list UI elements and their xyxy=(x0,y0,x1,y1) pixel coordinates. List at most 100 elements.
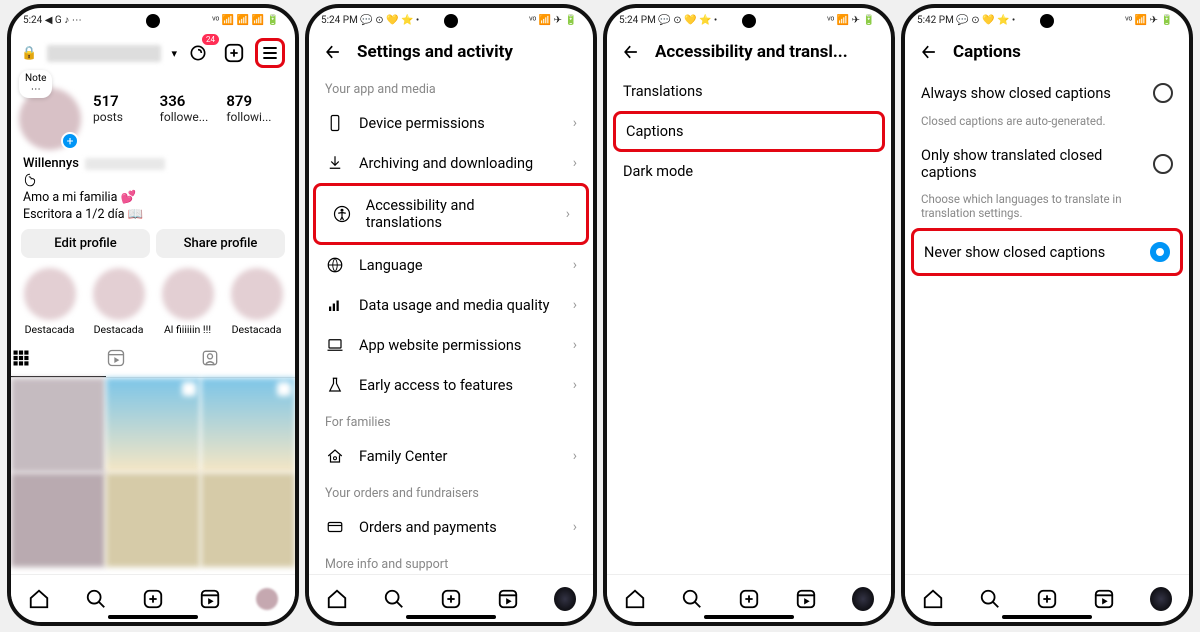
note-bubble[interactable]: Note ⋯ xyxy=(19,70,52,98)
status-bar: 5:24 PM 💬 ⊙ 💛 ⭐ • ᵛᵒ 📶 ✈ 🔋 xyxy=(309,8,593,32)
nav-create-icon[interactable] xyxy=(440,588,462,610)
status-bar: 5:42 PM 💬 ⊙ 💛 ⭐ • ᵛᵒ 📶 ✈ 🔋 xyxy=(905,8,1189,32)
username-blur[interactable] xyxy=(47,45,161,62)
phone-profile: 5:24 ◀ G ♪ ⋯ ᵛᵒ 📶 📶 📶 🔋 🔒 ▾ Note ⋯ xyxy=(7,4,299,626)
nav-search-icon[interactable] xyxy=(979,588,1001,610)
display-name: Willennys xyxy=(23,156,79,171)
back-icon[interactable] xyxy=(323,42,343,62)
nav-reels-icon[interactable] xyxy=(497,588,519,610)
item-family-center[interactable]: Family Center› xyxy=(309,436,593,476)
threads-notif-icon[interactable] xyxy=(183,38,213,68)
threads-icon[interactable] xyxy=(23,173,37,187)
radio-off-icon[interactable] xyxy=(1153,154,1173,174)
nav-search-icon[interactable] xyxy=(85,588,107,610)
status-right: ᵛᵒ 📶 ✈ 🔋 xyxy=(1125,15,1173,26)
status-bar: 5:24 ◀ G ♪ ⋯ ᵛᵒ 📶 📶 📶 🔋 xyxy=(11,8,295,32)
stat-following[interactable]: 879 followi... xyxy=(226,92,287,124)
item-device-permissions[interactable]: Device permissions› xyxy=(309,103,593,143)
section-your-app: Your app and media xyxy=(309,72,593,103)
chevron-right-icon: › xyxy=(573,155,577,171)
lock-icon: 🔒 xyxy=(21,46,37,61)
item-data-usage[interactable]: Data usage and media quality› xyxy=(309,285,593,325)
page-title: Accessibility and transl... xyxy=(655,42,848,62)
chevron-right-icon: › xyxy=(566,206,570,222)
nav-create-icon[interactable] xyxy=(142,588,164,610)
section-families: For families xyxy=(309,405,593,436)
nav-home-icon[interactable] xyxy=(326,588,348,610)
avatar[interactable]: Note ⋯ + xyxy=(19,74,85,150)
item-translations[interactable]: Translations xyxy=(607,72,891,111)
add-story-icon[interactable]: + xyxy=(61,132,79,150)
nav-home-icon[interactable] xyxy=(28,588,50,610)
status-left: 5:42 PM 💬 ⊙ 💛 ⭐ • xyxy=(917,15,1015,26)
bio-line2: Escritora a 1/2 día 📖 xyxy=(11,206,295,223)
radio-off-icon[interactable] xyxy=(1153,83,1173,103)
device-icon xyxy=(325,114,345,132)
hamburger-menu-icon[interactable] xyxy=(255,38,285,68)
chevron-right-icon: › xyxy=(573,257,577,273)
nav-home-icon[interactable] xyxy=(624,588,646,610)
desc-translated: Choose which languages to translate in t… xyxy=(905,192,1189,228)
name-blur xyxy=(85,158,165,170)
section-more-info: More info and support xyxy=(309,547,593,574)
item-orders-payments[interactable]: Orders and payments› xyxy=(309,507,593,547)
chevron-right-icon: › xyxy=(573,377,577,393)
radio-on-icon[interactable] xyxy=(1150,242,1170,262)
create-post-icon[interactable] xyxy=(219,38,249,68)
card-icon xyxy=(325,518,345,536)
highlight-4[interactable]: Destacada xyxy=(226,268,287,336)
nav-profile-icon[interactable] xyxy=(1150,588,1172,610)
page-title: Captions xyxy=(953,42,1021,62)
status-right: ᵛᵒ 📶 ✈ 🔋 xyxy=(827,15,875,26)
item-dark-mode[interactable]: Dark mode xyxy=(607,152,891,191)
stat-posts[interactable]: 517 posts xyxy=(93,92,154,124)
desc-always: Closed captions are auto-generated. xyxy=(905,114,1189,136)
nav-reels-icon[interactable] xyxy=(199,588,221,610)
option-only-translated[interactable]: Only show translated closed captions xyxy=(905,136,1189,192)
chevron-right-icon: › xyxy=(573,297,577,313)
phone-settings: 5:24 PM 💬 ⊙ 💛 ⭐ • ᵛᵒ 📶 ✈ 🔋 Settings and … xyxy=(305,4,597,626)
highlight-1[interactable]: Destacada xyxy=(19,268,80,336)
back-icon[interactable] xyxy=(621,42,641,62)
nav-create-icon[interactable] xyxy=(738,588,760,610)
flask-icon xyxy=(325,376,345,394)
status-left: 5:24 PM 💬 ⊙ 💛 ⭐ • xyxy=(321,15,419,26)
stat-followers[interactable]: 336 followe... xyxy=(160,92,221,124)
back-icon[interactable] xyxy=(919,42,939,62)
note-label: Note xyxy=(25,73,46,84)
chevron-right-icon: › xyxy=(573,337,577,353)
share-profile-button[interactable]: Share profile xyxy=(156,229,285,258)
item-archiving[interactable]: Archiving and downloading› xyxy=(309,143,593,183)
item-website-permissions[interactable]: App website permissions› xyxy=(309,325,593,365)
option-always-show[interactable]: Always show closed captions xyxy=(905,72,1189,114)
post-grid[interactable] xyxy=(11,378,295,567)
item-captions[interactable]: Captions xyxy=(613,111,885,152)
tab-reels[interactable] xyxy=(106,340,201,377)
chevron-down-icon[interactable]: ▾ xyxy=(171,47,177,60)
nav-reels-icon[interactable] xyxy=(795,588,817,610)
nav-create-icon[interactable] xyxy=(1036,588,1058,610)
accessibility-icon xyxy=(332,205,352,223)
page-title: Settings and activity xyxy=(357,42,513,62)
tab-tagged[interactable] xyxy=(200,340,295,377)
item-early-access[interactable]: Early access to features› xyxy=(309,365,593,405)
nav-search-icon[interactable] xyxy=(383,588,405,610)
note-dots: ⋯ xyxy=(31,84,41,95)
nav-search-icon[interactable] xyxy=(681,588,703,610)
item-language[interactable]: Language› xyxy=(309,245,593,285)
family-icon xyxy=(325,447,345,465)
nav-profile-icon[interactable] xyxy=(852,588,874,610)
chevron-right-icon: › xyxy=(573,448,577,464)
edit-profile-button[interactable]: Edit profile xyxy=(21,229,150,258)
nav-profile-icon[interactable] xyxy=(554,588,576,610)
option-never-show[interactable]: Never show closed captions xyxy=(911,228,1183,276)
tab-grid[interactable] xyxy=(11,340,106,377)
language-icon xyxy=(325,256,345,274)
highlight-2[interactable]: Destacada xyxy=(88,268,149,336)
nav-profile-icon[interactable] xyxy=(256,588,278,610)
status-right: ᵛᵒ 📶 📶 📶 🔋 xyxy=(212,15,279,26)
item-accessibility[interactable]: Accessibility and translations› xyxy=(313,183,589,245)
highlight-3[interactable]: Al fiiiiiin !!! xyxy=(157,268,218,336)
nav-home-icon[interactable] xyxy=(922,588,944,610)
nav-reels-icon[interactable] xyxy=(1093,588,1115,610)
